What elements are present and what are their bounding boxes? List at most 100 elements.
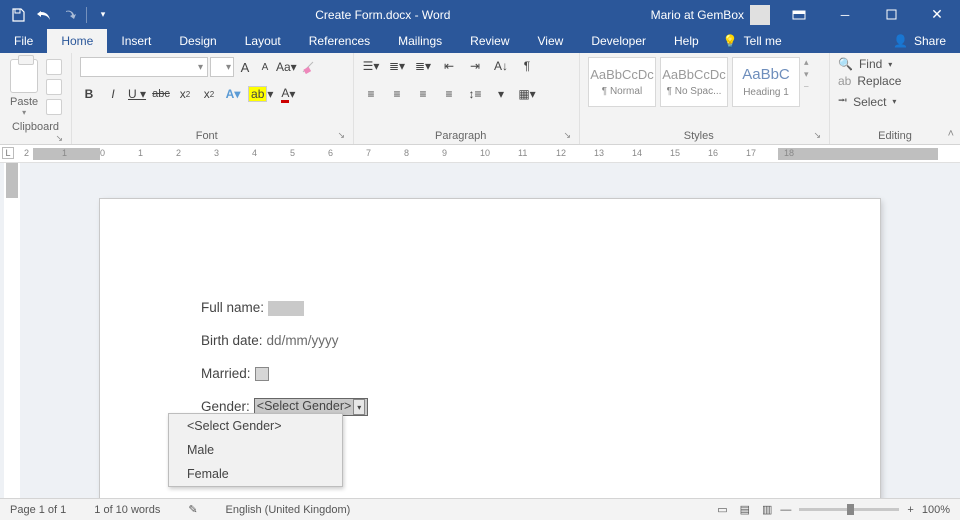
align-right-icon[interactable]: ≡ [414,85,432,103]
grow-font-icon[interactable]: A [236,58,254,76]
tab-developer[interactable]: Developer [577,29,660,53]
tab-help[interactable]: Help [660,29,713,53]
tab-selector-icon[interactable]: L [2,147,14,159]
inc-indent-icon[interactable]: ⇥ [466,57,484,75]
minimize-button[interactable]: ─ [822,0,868,29]
zoom-slider[interactable] [799,508,899,511]
sort-icon[interactable]: A↓ [492,57,510,75]
bullets-icon[interactable]: ☰▾ [362,57,380,75]
cut-icon[interactable] [46,59,62,75]
change-case-icon[interactable]: Aa▾ [276,58,297,76]
tab-design[interactable]: Design [165,29,230,53]
line-spacing-icon[interactable]: ↕≡ [466,85,484,103]
close-button[interactable]: ✕ [914,0,960,29]
ribbon: Paste ▾ Clipboard↘ ▾ ▾ A A Aa▾ B I [0,53,960,145]
page-count[interactable]: Page 1 of 1 [10,504,66,516]
styles-more-icon[interactable]: ▴▾⎯ [804,57,818,92]
redo-icon[interactable] [58,0,82,29]
bold-button[interactable]: B [80,85,98,103]
tab-home[interactable]: Home [47,29,107,53]
group-label: Styles [684,130,714,142]
numbering-icon[interactable]: ≣▾ [388,57,406,75]
align-left-icon[interactable]: ≡ [362,85,380,103]
style-normal[interactable]: AaBbCcDc¶ Normal [588,57,656,107]
subscript-button[interactable]: x2 [176,85,194,103]
account-area[interactable]: Mario at GemBox [645,0,776,29]
group-editing: 🔍Find▾ abReplace ⭲Select▾ Editing [830,53,960,144]
dialog-launcher-icon[interactable]: ↘ [563,130,571,141]
web-layout-icon[interactable]: ▥ [762,503,772,516]
separator [86,7,87,23]
print-layout-icon[interactable]: ▤ [740,503,750,516]
dec-indent-icon[interactable]: ⇤ [440,57,458,75]
fullname-field[interactable] [268,301,304,316]
ruler-horizontal[interactable]: L 210123456789101112131415161718 [0,145,960,163]
menu-item[interactable]: <Select Gender> [169,414,342,438]
borders-icon[interactable]: ▦▾ [518,85,536,103]
ribbon-display-icon[interactable] [776,0,822,29]
clipboard-icon [10,59,38,93]
superscript-button[interactable]: x2 [200,85,218,103]
show-marks-icon[interactable]: ¶ [518,57,536,75]
select-button[interactable]: ⭲Select▾ [838,91,952,112]
shading-icon[interactable]: ▾ [492,85,510,103]
copy-icon[interactable] [46,79,62,95]
paste-label: Paste [10,96,38,108]
tab-review[interactable]: Review [456,29,523,53]
tell-me[interactable]: 💡Tell me [713,29,792,53]
birth-field[interactable]: dd/mm/yyyy [267,332,339,351]
zoom-out-button[interactable]: — [780,504,791,516]
dialog-launcher-icon[interactable]: ↘ [337,130,345,141]
font-name-combo[interactable]: ▾ [80,57,208,77]
cursor-icon: ⭲ [838,91,847,112]
group-font: ▾ ▾ A A Aa▾ B I U ▾ abc x2 x2 A▾ ab▾ A▾ … [72,53,354,144]
clear-format-icon[interactable] [299,58,317,76]
group-paragraph: ☰▾ ≣▾ ≣▾ ⇤ ⇥ A↓ ¶ ≡ ≡ ≡ ≡ ↕≡ ▾ ▦▾ Paragr… [354,53,580,144]
proofing-icon[interactable]: ✎ [188,503,197,516]
tab-view[interactable]: View [524,29,578,53]
label-fullname: Full name: [201,299,264,318]
dialog-launcher-icon[interactable]: ↘ [813,130,821,141]
dialog-launcher-icon[interactable]: ↘ [55,133,63,144]
replace-button[interactable]: abReplace [838,74,952,88]
maximize-button[interactable] [868,0,914,29]
shrink-font-icon[interactable]: A [256,58,274,76]
style-heading1[interactable]: AaBbCHeading 1 [732,57,800,107]
multilevel-icon[interactable]: ≣▾ [414,57,432,75]
chevron-down-icon[interactable]: ▾ [353,399,365,415]
text-effects-icon[interactable]: A▾ [224,85,242,103]
save-icon[interactable] [6,0,30,29]
married-checkbox[interactable] [255,367,269,381]
paste-button[interactable]: Paste ▾ [8,57,40,119]
italic-button[interactable]: I [104,85,122,103]
collapse-ribbon-icon[interactable]: ˄ [948,128,954,140]
justify-icon[interactable]: ≡ [440,85,458,103]
share-button[interactable]: 👤Share [879,29,960,53]
page[interactable]: Full name: Birth date: dd/mm/yyyy Marrie… [100,199,880,498]
qat-customize-icon[interactable]: ▾ [91,0,115,29]
read-mode-icon[interactable]: ▭ [717,503,727,516]
ruler-vertical[interactable] [4,163,20,498]
group-label: Editing [878,130,912,142]
font-color-icon[interactable]: A▾ [279,85,297,103]
tab-references[interactable]: References [295,29,384,53]
align-center-icon[interactable]: ≡ [388,85,406,103]
underline-button[interactable]: U ▾ [128,85,146,103]
word-count[interactable]: 1 of 10 words [94,504,160,516]
find-button[interactable]: 🔍Find▾ [838,57,952,71]
tab-file[interactable]: File [0,29,47,53]
font-size-combo[interactable]: ▾ [210,57,234,77]
menu-item[interactable]: Male [169,438,342,462]
tab-mailings[interactable]: Mailings [384,29,456,53]
format-painter-icon[interactable] [46,99,62,115]
zoom-level[interactable]: 100% [922,504,950,516]
highlight-icon[interactable]: ab▾ [248,85,273,103]
style-nospacing[interactable]: AaBbCcDc¶ No Spac... [660,57,728,107]
tab-layout[interactable]: Layout [231,29,295,53]
undo-icon[interactable] [32,0,56,29]
zoom-in-button[interactable]: + [907,504,913,516]
language[interactable]: English (United Kingdom) [226,504,351,516]
tab-insert[interactable]: Insert [107,29,165,53]
menu-item[interactable]: Female [169,462,342,486]
strike-button[interactable]: abc [152,85,170,103]
